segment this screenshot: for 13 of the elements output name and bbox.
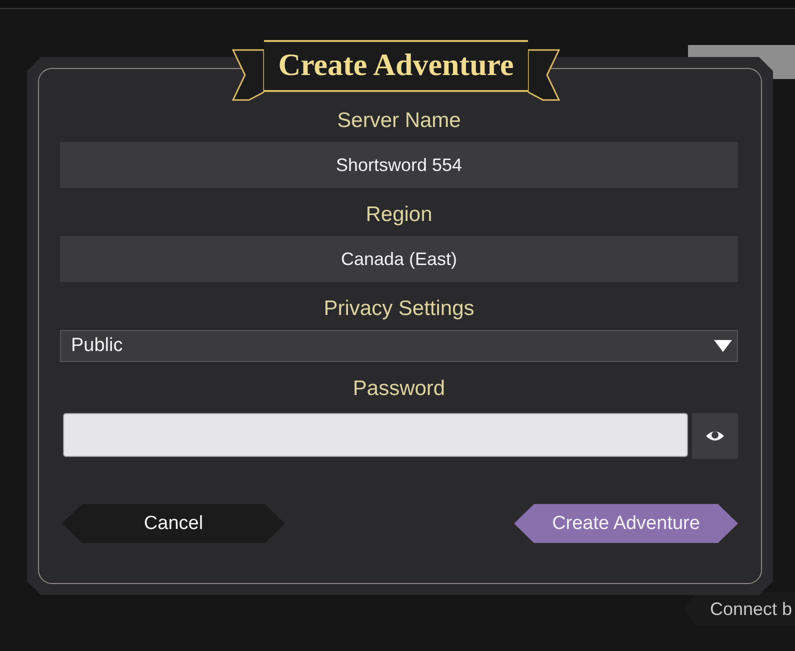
caret-icon [713,338,733,354]
field-label: Server Name [336,108,462,134]
connect-button[interactable]: Connect b [684,592,795,626]
field-label: Privacy Settings [322,296,476,322]
text-field[interactable]: Shortsword 554 [60,142,738,188]
cancel-button[interactable]: Cancel [62,504,285,543]
password-field[interactable] [63,413,688,457]
show-password-button[interactable] [692,413,738,459]
field-label: Region [364,202,434,228]
text-field[interactable]: Canada (East) [60,236,738,282]
field-label: Password [352,376,446,402]
dropdown[interactable]: Public [60,330,738,362]
create-button[interactable]: Create Adventure [514,504,738,543]
